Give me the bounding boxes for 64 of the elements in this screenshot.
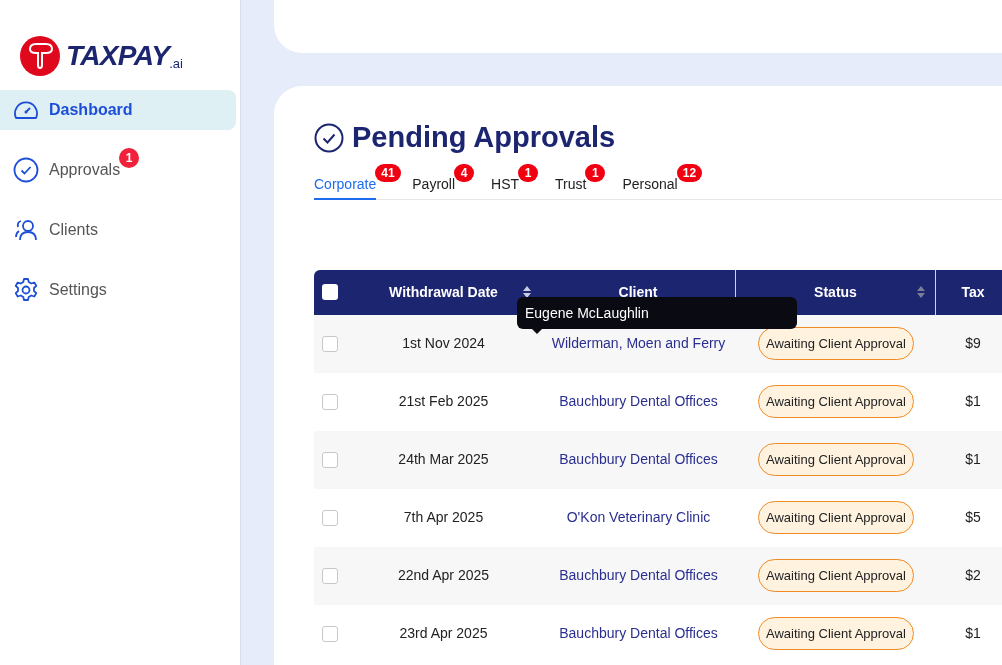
row-checkbox[interactable]	[322, 393, 338, 410]
status-pill: Awaiting Client Approval	[758, 326, 914, 361]
tab[interactable]: HST	[491, 171, 520, 200]
amount-cell-text: $2	[964, 566, 981, 585]
date-cell-text: 21st Feb 2025	[398, 392, 489, 411]
status-pill: Awaiting Client Approval	[758, 616, 914, 651]
sidebar-item[interactable]: Dashboard	[0, 90, 236, 130]
count-badge: 1	[518, 163, 539, 182]
date-cell-text: 24th Mar 2025	[398, 450, 489, 469]
gauge-icon	[13, 99, 39, 121]
status-pill: Awaiting Client Approval	[758, 500, 914, 535]
row-checkbox[interactable]	[322, 567, 338, 584]
client-link[interactable]: Bauchbury Dental Offices	[559, 623, 718, 644]
check-circle-icon	[314, 122, 344, 153]
row-checkbox[interactable]	[322, 451, 338, 468]
notification-badge: 1	[119, 148, 140, 168]
amount-cell-text: $1	[964, 624, 981, 643]
tab[interactable]: Trust	[555, 171, 587, 200]
settings-icon	[13, 277, 39, 303]
sidebar-item[interactable]: Approvals 1	[0, 150, 236, 190]
tooltip-arrow	[531, 328, 543, 334]
row-checkbox[interactable]	[322, 509, 338, 526]
tab[interactable]: Payroll	[412, 171, 456, 200]
row-checkbox[interactable]	[322, 625, 338, 642]
client-link[interactable]: O'Kon Veterinary Clinic	[566, 507, 711, 528]
status-pill: Awaiting Client Approval	[758, 384, 914, 419]
column-header[interactable]: Tax	[947, 281, 985, 303]
date-cell-text: 23rd Apr 2025	[399, 624, 488, 643]
check-circle-icon	[13, 157, 39, 183]
status-pill: Awaiting Client Approval	[758, 442, 914, 477]
logo-icon	[20, 36, 62, 76]
tab[interactable]: Personal	[622, 171, 678, 200]
row-checkbox[interactable]	[322, 335, 338, 352]
client-link[interactable]: Wilderman, Moen and Ferry	[551, 333, 726, 354]
sidebar-item[interactable]: Clients	[0, 210, 236, 250]
logo-suffix: .ai	[169, 57, 183, 70]
amount-cell-text: $9	[964, 334, 981, 353]
client-link[interactable]: Bauchbury Dental Offices	[559, 565, 718, 586]
client-link[interactable]: Bauchbury Dental Offices	[559, 449, 718, 470]
sidebar-item-label: Settings	[49, 281, 107, 298]
count-badge: 41	[375, 163, 401, 182]
users-icon	[14, 218, 38, 242]
client-link[interactable]: Bauchbury Dental Offices	[559, 391, 718, 412]
sidebar-item-label: Clients	[49, 221, 98, 238]
sidebar-item[interactable]: Settings	[0, 270, 236, 310]
sort-icon[interactable]	[523, 284, 531, 299]
amount-cell-text: $5	[964, 508, 981, 527]
count-badge: 4	[454, 163, 475, 182]
date-cell-text: 1st Nov 2024	[402, 334, 485, 353]
amount-cell-text: $1	[964, 450, 981, 469]
date-cell-text: 7th Apr 2025	[403, 508, 484, 527]
count-badge: 1	[585, 163, 606, 182]
date-cell-text: 22nd Apr 2025	[397, 566, 490, 585]
sidebar-item-label: Dashboard	[49, 101, 133, 118]
status-pill: Awaiting Client Approval	[758, 558, 914, 593]
page-title: Pending Approvals	[352, 120, 616, 155]
column-header[interactable]: Withdrawal Date	[389, 281, 498, 303]
count-badge: 12	[676, 163, 703, 182]
amount-cell-text: $1	[964, 392, 981, 411]
select-all-checkbox[interactable]	[322, 284, 338, 300]
tooltip: Eugene McLaughlin	[517, 297, 797, 329]
logo-wordmark: TAXPAY	[66, 42, 170, 70]
sidebar-item-label: Approvals	[49, 161, 121, 178]
column-header[interactable]: Status	[814, 281, 857, 303]
